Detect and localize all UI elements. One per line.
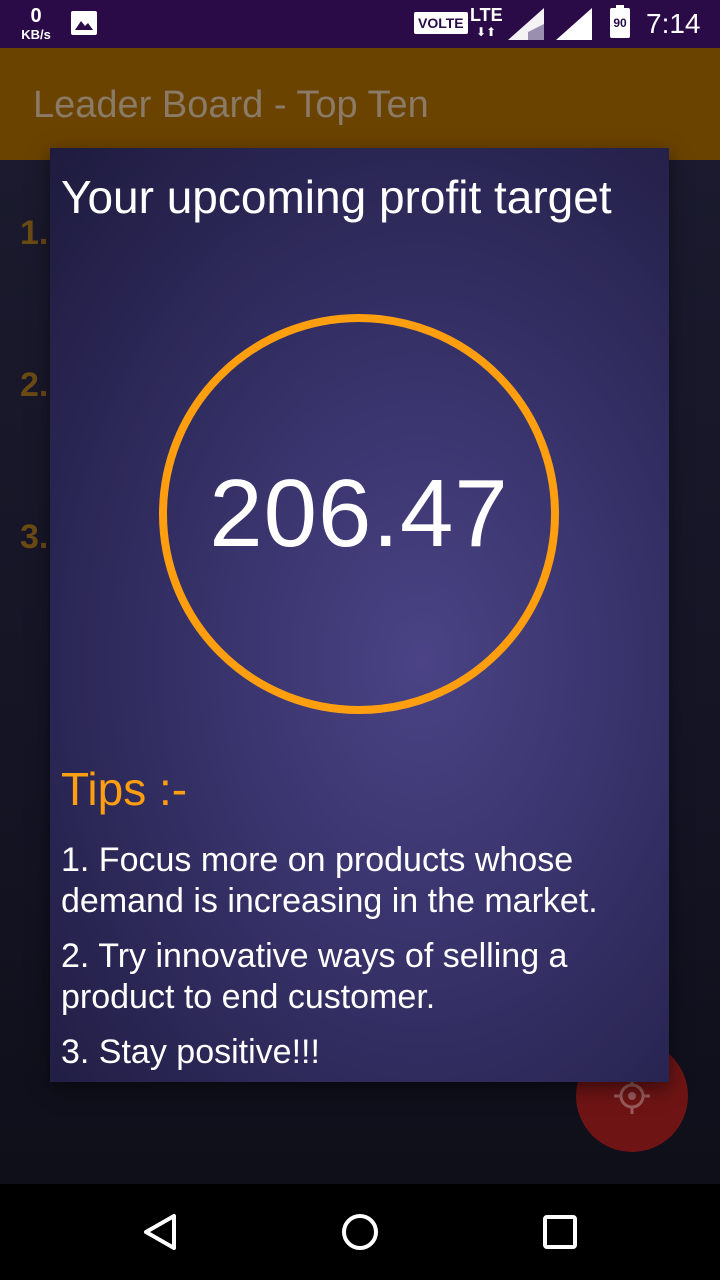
home-icon (342, 1214, 378, 1250)
tip-item: 2. Try innovative ways of selling a prod… (61, 937, 568, 1016)
tip-item: 1. Focus more on products whose demand i… (61, 841, 598, 920)
navigation-bar (0, 1184, 720, 1280)
target-value: 206.47 (209, 460, 509, 567)
dialog-title: Your upcoming profit target (61, 171, 612, 223)
recents-button[interactable] (542, 1212, 578, 1257)
status-bar: 0 KB/s VOLTE LTE ⬇⬆ 90 7:14 (0, 0, 720, 48)
image-icon (70, 10, 98, 41)
signal-icon (556, 8, 592, 45)
profit-target-dialog[interactable]: Your upcoming profit target 206.47 Tips … (50, 148, 669, 1082)
network-speed: 0 KB/s (18, 6, 54, 41)
tip-item: 3. Stay positive!!! (61, 1033, 320, 1071)
tips-heading: Tips :- (61, 763, 188, 815)
signal-icon (508, 8, 544, 45)
data-arrows-icon: ⬇⬆ (476, 25, 497, 39)
clock: 7:14 (646, 8, 701, 39)
network-type: LTE (470, 5, 503, 25)
rank-label: 2. (20, 366, 49, 404)
back-icon (144, 1214, 176, 1250)
rank-label: 3. (20, 518, 49, 556)
home-button[interactable] (340, 1212, 380, 1257)
recents-icon (543, 1215, 577, 1249)
volte-badge: VOLTE (414, 12, 468, 34)
rank-label: 1. (20, 214, 49, 252)
network-speed-unit: KB/s (21, 27, 51, 42)
tips-list: 1. Focus more on products whose demand i… (61, 840, 651, 1087)
back-button[interactable] (142, 1212, 178, 1257)
battery-icon: 90 (610, 5, 630, 38)
network-speed-value: 0 (30, 5, 42, 27)
page-title: Leader Board - Top Ten (33, 84, 429, 126)
